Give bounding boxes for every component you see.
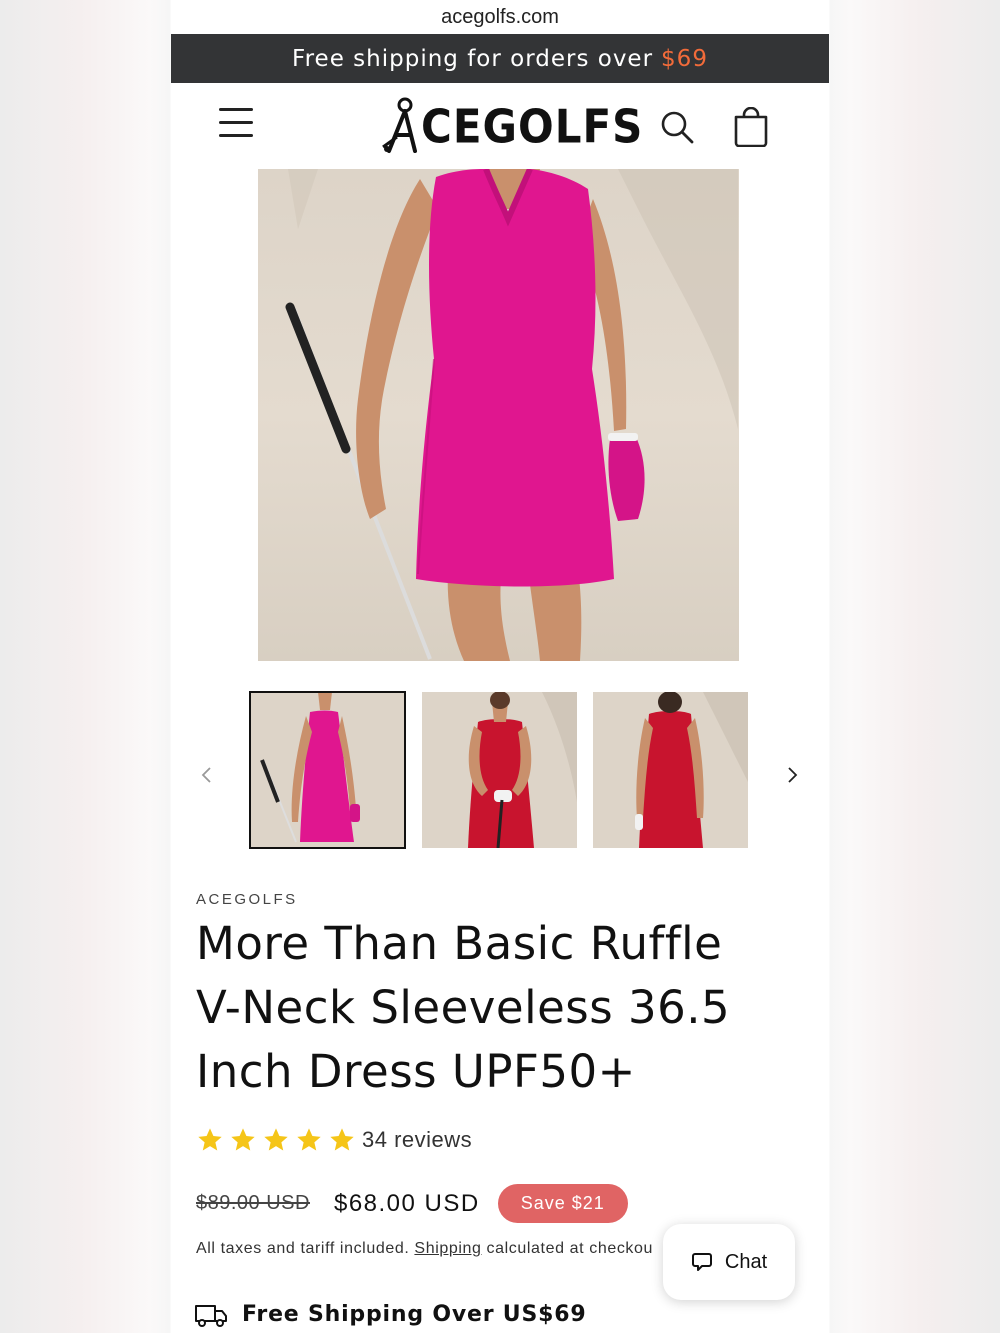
tax-note: All taxes and tariff included. Shipping … (196, 1240, 653, 1258)
site-logo[interactable]: CEGOLFS (379, 95, 642, 157)
browser-url-bar[interactable]: acegolfs.com (171, 0, 829, 34)
thumbnail-image (593, 692, 748, 848)
thumbnail-image (422, 692, 577, 848)
thumbnail-red-back[interactable] (593, 692, 748, 848)
shipping-banner: Free Shipping Over US$69 (194, 1302, 586, 1327)
url-text: acegolfs.com (441, 5, 559, 28)
tax-note-text: All taxes and tariff included. (196, 1240, 410, 1257)
announcement-price: $69 (661, 45, 708, 72)
chevron-right-icon[interactable] (783, 766, 801, 784)
thumbnail-carousel (171, 691, 829, 850)
chat-button[interactable]: Chat (663, 1224, 795, 1300)
tax-note-suffix: calculated at checkou (486, 1240, 654, 1257)
chevron-left-icon[interactable] (198, 766, 216, 784)
logo-wordmark: CEGOLFS (421, 99, 644, 153)
search-icon[interactable] (659, 109, 695, 145)
thumbnail-red-front[interactable] (422, 692, 577, 848)
star-icon (297, 1128, 321, 1151)
product-photo (285, 169, 738, 661)
compare-at-price: $89.00 USD (196, 1192, 310, 1214)
truck-icon (195, 1304, 227, 1327)
sale-price: $68.00 USD (333, 1189, 480, 1217)
golfer-logo-icon (382, 97, 417, 153)
page: acegolfs.com Free shipping for orders ov… (171, 0, 829, 1333)
save-badge: Save $21 (497, 1184, 628, 1223)
review-count[interactable]: 34 reviews (362, 1127, 472, 1153)
thumbnail-pink-front[interactable] (249, 691, 406, 849)
menu-icon[interactable] (219, 108, 253, 142)
announcement-bar: Free shipping for orders over $69 (171, 34, 829, 83)
chat-label: Chat (724, 1250, 768, 1273)
product-main-image[interactable] (258, 169, 739, 661)
shipping-banner-text: Free Shipping Over US$69 (242, 1302, 587, 1327)
cart-icon[interactable] (732, 107, 770, 147)
shipping-policy-link[interactable]: Shipping (414, 1240, 481, 1257)
star-rating (196, 1126, 356, 1154)
product-title: More Than Basic Ruffle V-Neck Sleeveless… (196, 917, 731, 1098)
star-icon (264, 1128, 288, 1151)
site-header: CEGOLFS (171, 83, 829, 169)
chat-bubble-icon (691, 1253, 712, 1271)
price-row: $89.00 USD $68.00 USD Save $21 (196, 1184, 628, 1223)
star-icon (330, 1128, 354, 1151)
announcement-text: Free shipping for orders over (292, 45, 654, 72)
thumbnail-image (250, 692, 405, 848)
star-icon (198, 1128, 222, 1151)
product-vendor: ACEGOLFS (196, 891, 298, 908)
product-rating[interactable]: 34 reviews (196, 1126, 472, 1154)
star-icon (231, 1128, 255, 1151)
